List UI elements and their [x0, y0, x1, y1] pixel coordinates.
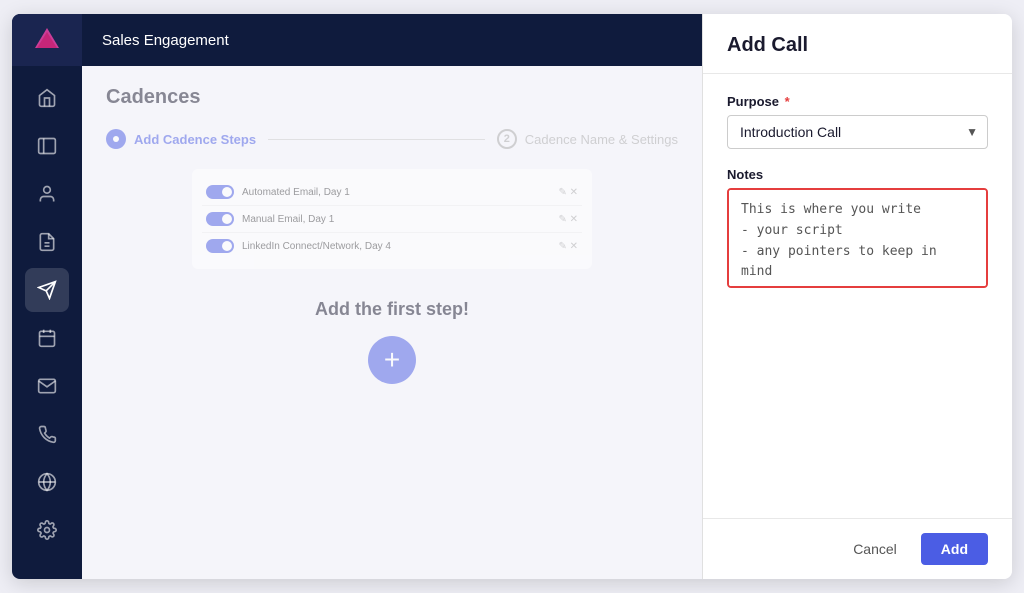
- add-first-step-title: Add the first step!: [106, 299, 678, 320]
- sidebar-item-contacts[interactable]: [25, 124, 69, 168]
- purpose-label: Purpose *: [727, 94, 988, 109]
- cancel-button[interactable]: Cancel: [841, 533, 909, 565]
- sidebar-nav: [25, 66, 69, 579]
- step-label-2: Cadence Name & Settings: [525, 132, 678, 147]
- sidebar-item-home[interactable]: [25, 76, 69, 120]
- step-cadence-settings[interactable]: 2 Cadence Name & Settings: [497, 129, 678, 149]
- step-circle-2: 2: [497, 129, 517, 149]
- notes-textarea[interactable]: This is where you write - your script - …: [727, 188, 988, 288]
- modal-header: Add Call: [703, 14, 1012, 74]
- sidebar-item-campaigns[interactable]: [25, 268, 69, 312]
- table-row: Automated Email, Day 1 ✎ ✕: [202, 179, 582, 206]
- sidebar-item-email[interactable]: [25, 364, 69, 408]
- sidebar-item-reports[interactable]: [25, 220, 69, 264]
- steps-header: Add Cadence Steps 2 Cadence Name & Setti…: [106, 129, 678, 149]
- toggle-step-3[interactable]: [206, 239, 234, 253]
- page-title: Cadences: [106, 86, 678, 109]
- modal-footer: Cancel Add: [703, 518, 1012, 579]
- table-row: LinkedIn Connect/Network, Day 4 ✎ ✕: [202, 233, 582, 259]
- sidebar-item-users[interactable]: [25, 172, 69, 216]
- top-bar: Sales Engagement: [82, 14, 702, 66]
- modal-body: Purpose * Introduction Call Follow-up Ca…: [703, 74, 1012, 518]
- app-logo[interactable]: [12, 14, 82, 66]
- sidebar-item-tasks[interactable]: [25, 316, 69, 360]
- sidebar: [12, 14, 82, 579]
- table-row: Manual Email, Day 1 ✎ ✕: [202, 206, 582, 233]
- notes-label: Notes: [727, 167, 988, 182]
- toggle-step-1[interactable]: [206, 185, 234, 199]
- step-add-cadence[interactable]: Add Cadence Steps: [106, 129, 256, 149]
- purpose-select-wrapper: Introduction Call Follow-up Call Demo Ca…: [727, 115, 988, 149]
- step-row-icons-1: ✎ ✕: [558, 187, 578, 198]
- purpose-select[interactable]: Introduction Call Follow-up Call Demo Ca…: [727, 115, 988, 149]
- step-row-icons-3: ✎ ✕: [558, 241, 578, 252]
- sidebar-item-settings[interactable]: [25, 508, 69, 552]
- sidebar-item-calls[interactable]: [25, 412, 69, 456]
- step-circle-1: [106, 129, 126, 149]
- step-row-text-1: Automated Email, Day 1: [242, 187, 550, 198]
- step-row-text-3: LinkedIn Connect/Network, Day 4: [242, 241, 550, 252]
- sidebar-item-analytics[interactable]: [25, 460, 69, 504]
- cadence-steps-list: Automated Email, Day 1 ✎ ✕ Manual Email,…: [192, 169, 592, 269]
- add-first-step-section: Add the first step! +: [106, 299, 678, 384]
- add-button[interactable]: Add: [921, 533, 988, 565]
- step-row-icons-2: ✎ ✕: [558, 214, 578, 225]
- step-label-1: Add Cadence Steps: [134, 132, 256, 147]
- add-call-panel: Add Call Purpose * Introduction Call Fol…: [702, 14, 1012, 579]
- app-name: Sales Engagement: [102, 32, 229, 49]
- step-row-text-2: Manual Email, Day 1: [242, 214, 550, 225]
- toggle-step-2[interactable]: [206, 212, 234, 226]
- main-content: Sales Engagement Cadences Add Cadence St…: [82, 14, 702, 579]
- modal-title: Add Call: [727, 34, 988, 57]
- content-area: Cadences Add Cadence Steps 2 Cadence Nam…: [82, 66, 702, 579]
- step-divider: [268, 139, 485, 140]
- add-step-button[interactable]: +: [368, 336, 416, 384]
